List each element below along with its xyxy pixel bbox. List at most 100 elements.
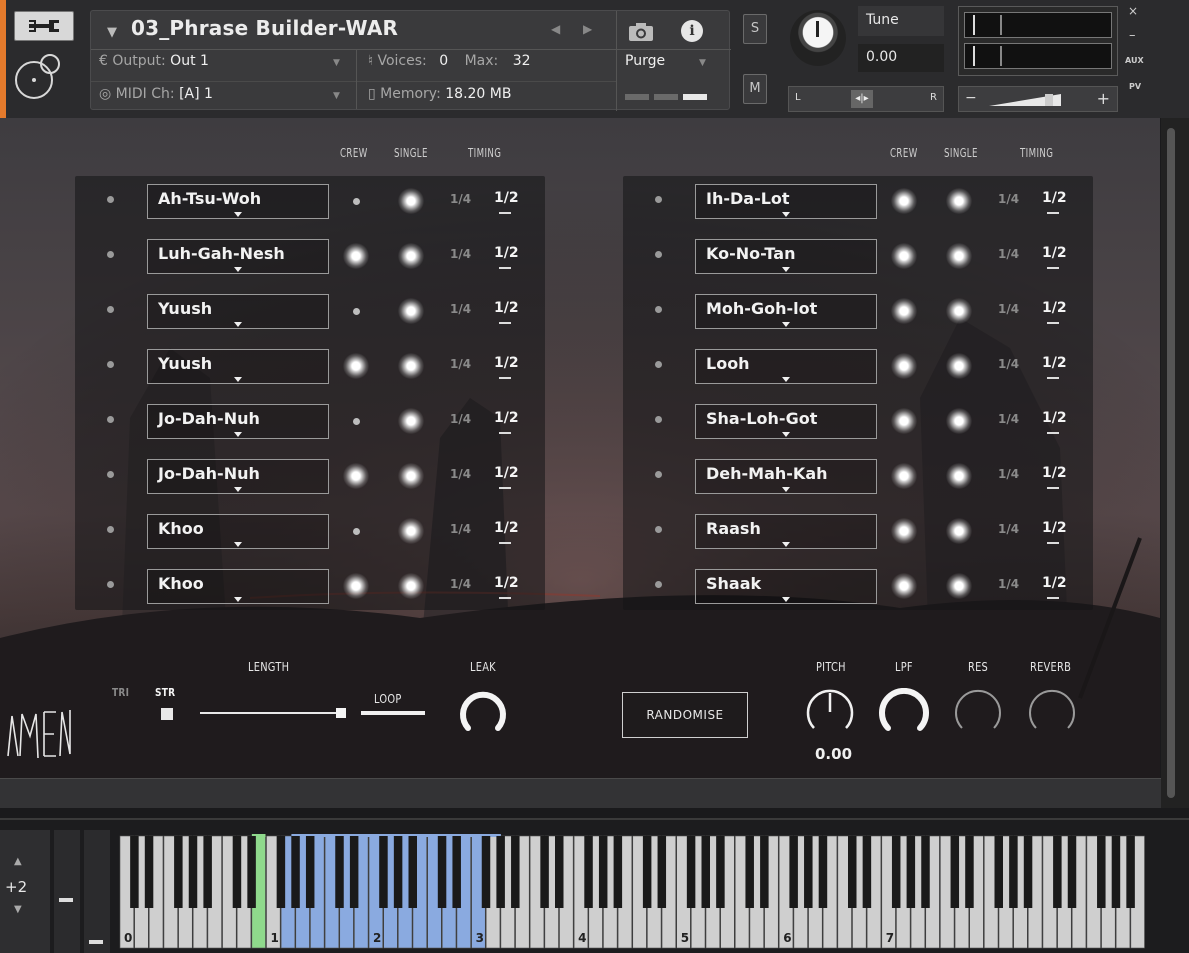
phrase-dropdown[interactable]: Khoo	[147, 569, 329, 604]
timing-half-option[interactable]: 1/2	[1042, 190, 1067, 206]
phrase-dropdown[interactable]: Khoo	[147, 514, 329, 549]
crew-toggle[interactable]	[353, 418, 360, 425]
timing-half-option[interactable]: 1/2	[494, 300, 519, 316]
single-toggle[interactable]	[946, 408, 972, 434]
single-toggle[interactable]	[398, 188, 424, 214]
phrase-dropdown[interactable]: Jo-Dah-Nuh	[147, 459, 329, 494]
timing-half-option[interactable]: 1/2	[1042, 300, 1067, 316]
row-select-dot[interactable]	[655, 361, 662, 368]
black-key[interactable]	[716, 836, 725, 908]
row-select-dot[interactable]	[655, 306, 662, 313]
black-key[interactable]	[188, 836, 198, 908]
purge-button[interactable]: Purge	[625, 53, 665, 69]
camera-icon[interactable]	[625, 21, 657, 43]
black-key[interactable]	[789, 836, 798, 908]
timing-half-option[interactable]: 1/2	[494, 465, 519, 481]
single-toggle[interactable]	[946, 573, 972, 599]
pv-button[interactable]: PV	[1129, 82, 1141, 91]
row-select-dot[interactable]	[655, 526, 662, 533]
timing-half-option[interactable]: 1/2	[1042, 575, 1067, 591]
crew-toggle[interactable]	[353, 198, 360, 205]
piano-keyboard[interactable]: 0 1 2 3 4 5 6 7	[0, 820, 1189, 953]
phrase-dropdown[interactable]: Looh	[695, 349, 877, 384]
timing-half-option[interactable]: 1/2	[494, 355, 519, 371]
black-key[interactable]	[379, 836, 388, 908]
black-key[interactable]	[481, 836, 491, 908]
chevron-down-icon[interactable]: ▼	[333, 91, 340, 101]
black-key[interactable]	[247, 836, 256, 908]
max-voices-value[interactable]: 32	[513, 53, 531, 69]
timing-half-option[interactable]: 1/2	[1042, 465, 1067, 481]
crew-toggle[interactable]	[353, 308, 360, 315]
black-key[interactable]	[452, 836, 461, 908]
black-key[interactable]	[305, 836, 315, 908]
row-select-dot[interactable]	[107, 471, 114, 478]
black-key[interactable]	[174, 836, 183, 908]
black-key[interactable]	[1023, 836, 1033, 908]
black-key[interactable]	[921, 836, 930, 908]
mute-button[interactable]: M	[743, 74, 767, 104]
black-key[interactable]	[994, 836, 1004, 908]
black-key[interactable]	[584, 836, 593, 908]
black-key[interactable]	[760, 836, 769, 908]
res-knob[interactable]	[950, 688, 1006, 736]
timing-quarter-option[interactable]: 1/4	[998, 467, 1019, 481]
single-toggle[interactable]	[946, 243, 972, 269]
timing-quarter-option[interactable]: 1/4	[450, 467, 471, 481]
phrase-dropdown[interactable]: Ih-Da-Lot	[695, 184, 877, 219]
black-key[interactable]	[642, 836, 652, 908]
leak-knob[interactable]	[456, 688, 510, 736]
black-key[interactable]	[540, 836, 549, 908]
timing-half-option[interactable]: 1/2	[494, 245, 519, 261]
black-key[interactable]	[276, 836, 286, 908]
pan-handle[interactable]: ◂|▸	[851, 90, 873, 108]
instrument-title-row[interactable]: ▼ 03_Phrase Builder-WAR ◀ ▶	[91, 11, 706, 51]
str-label[interactable]: STR	[155, 686, 175, 699]
str-checkbox[interactable]	[161, 708, 173, 720]
crew-toggle[interactable]	[891, 518, 917, 544]
timing-half-option[interactable]: 1/2	[494, 190, 519, 206]
timing-quarter-option[interactable]: 1/4	[998, 192, 1019, 206]
volume-slider[interactable]: − +	[958, 86, 1118, 112]
row-select-dot[interactable]	[107, 581, 114, 588]
single-toggle[interactable]	[946, 353, 972, 379]
crew-toggle[interactable]	[343, 573, 369, 599]
timing-quarter-option[interactable]: 1/4	[450, 412, 471, 426]
single-toggle[interactable]	[946, 518, 972, 544]
black-key[interactable]	[335, 836, 344, 908]
crew-toggle[interactable]	[343, 243, 369, 269]
black-key[interactable]	[745, 836, 754, 908]
black-key[interactable]	[408, 836, 418, 908]
pitch-knob[interactable]	[802, 688, 858, 736]
row-select-dot[interactable]	[107, 306, 114, 313]
crew-toggle[interactable]	[343, 463, 369, 489]
phrase-dropdown[interactable]: Yuush	[147, 294, 329, 329]
tri-label[interactable]: TRI	[112, 686, 129, 699]
info-icon[interactable]: i	[681, 20, 703, 42]
phrase-dropdown[interactable]: Raash	[695, 514, 877, 549]
black-key[interactable]	[1097, 836, 1106, 908]
black-key[interactable]	[848, 836, 857, 908]
single-toggle[interactable]	[398, 298, 424, 324]
black-key[interactable]	[1067, 836, 1077, 908]
edit-instrument-button[interactable]	[14, 11, 74, 41]
black-key[interactable]	[232, 836, 242, 908]
output-selector[interactable]: € Output: Out 1	[99, 53, 209, 69]
row-select-dot[interactable]	[655, 416, 662, 423]
black-key[interactable]	[891, 836, 901, 908]
timing-quarter-option[interactable]: 1/4	[450, 192, 471, 206]
tune-knob[interactable]	[790, 10, 846, 66]
phrase-dropdown[interactable]: Ah-Tsu-Woh	[147, 184, 329, 219]
black-key[interactable]	[144, 836, 154, 908]
close-icon[interactable]: ×	[1128, 4, 1138, 18]
timing-quarter-option[interactable]: 1/4	[998, 522, 1019, 536]
timing-half-option[interactable]: 1/2	[1042, 520, 1067, 536]
phrase-dropdown[interactable]: Luh-Gah-Nesh	[147, 239, 329, 274]
chevron-down-icon[interactable]: ▼	[699, 58, 706, 68]
row-select-dot[interactable]	[107, 251, 114, 258]
single-toggle[interactable]	[946, 298, 972, 324]
timing-quarter-option[interactable]: 1/4	[998, 302, 1019, 316]
next-arrow-icon[interactable]: ▶	[583, 22, 592, 36]
timing-half-option[interactable]: 1/2	[494, 520, 519, 536]
black-key[interactable]	[1009, 836, 1018, 908]
